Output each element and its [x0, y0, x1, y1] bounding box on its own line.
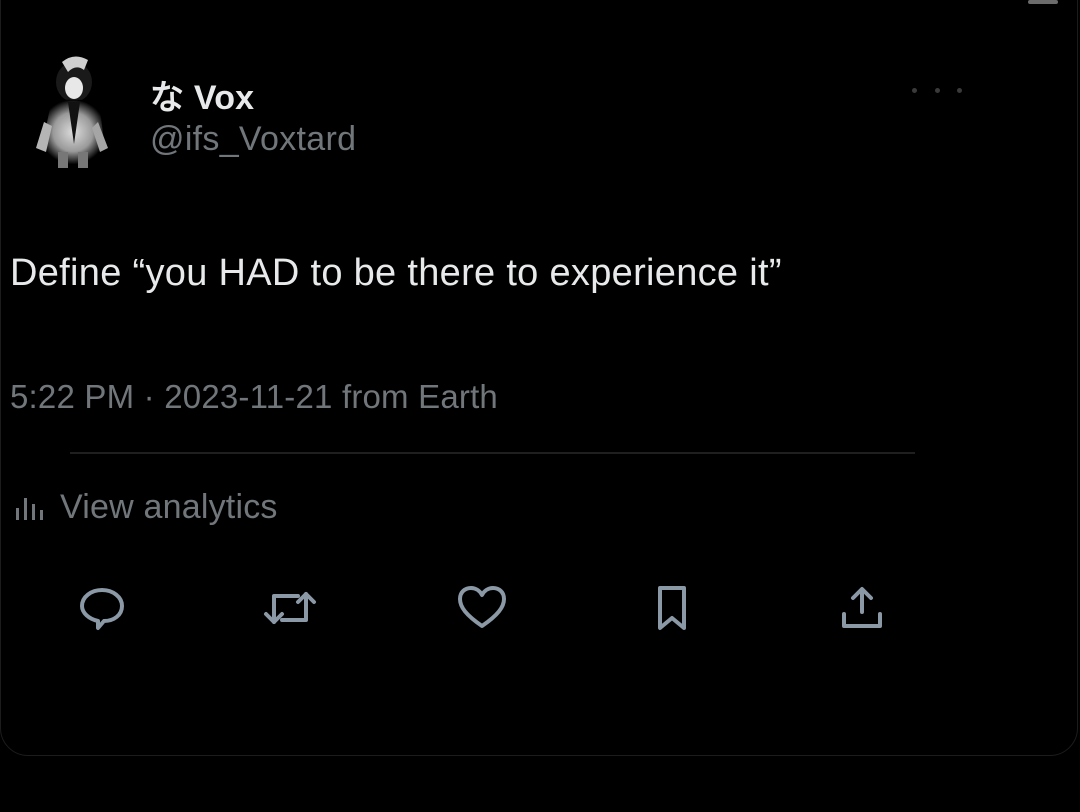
avatar[interactable]: [28, 52, 114, 170]
reply-button[interactable]: [74, 580, 130, 636]
dot: [957, 87, 962, 93]
user-handle[interactable]: @ifs_Voxtard: [150, 120, 356, 159]
corner-mark: [1028, 0, 1058, 4]
share-button[interactable]: [834, 580, 890, 636]
view-analytics-link[interactable]: View analytics: [14, 488, 278, 527]
like-button[interactable]: [454, 580, 510, 636]
screenshot-page: な Vox @ifs_Voxtard Define “you HAD to be…: [0, 0, 1080, 812]
bookmark-icon: [658, 586, 686, 630]
divider: [70, 452, 915, 454]
share-icon: [842, 587, 882, 628]
more-options-icon[interactable]: [912, 82, 962, 98]
heart-icon: [458, 586, 506, 628]
dot: [912, 87, 917, 93]
display-name[interactable]: な Vox: [150, 70, 254, 119]
retweet-icon: [264, 592, 316, 624]
tweet-timestamp[interactable]: 5:22 PM · 2023-11-21 from Earth: [10, 378, 498, 416]
dot: [934, 87, 940, 93]
avatar-image: [28, 52, 114, 170]
tweet-text: Define “you HAD to be there to experienc…: [10, 252, 782, 294]
bar-chart-icon: [16, 497, 43, 520]
bookmark-button[interactable]: [644, 580, 700, 636]
reply-icon: [80, 588, 124, 630]
view-analytics-label: View analytics: [60, 488, 278, 526]
retweet-button[interactable]: [262, 580, 318, 636]
